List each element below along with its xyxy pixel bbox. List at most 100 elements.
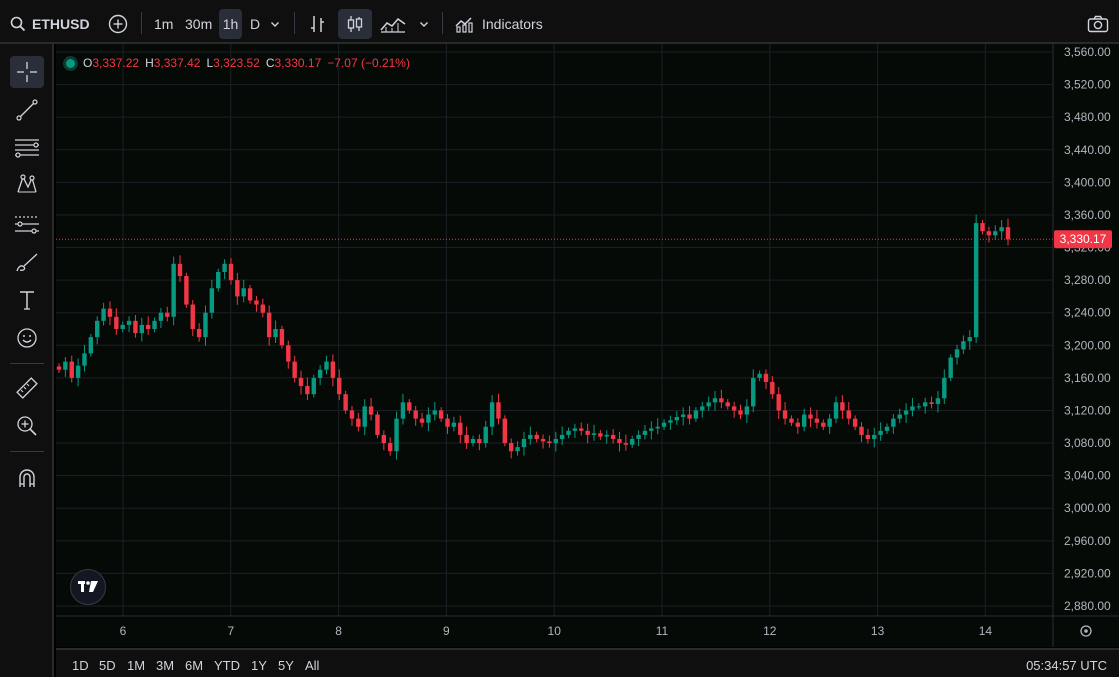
candle-body: [502, 418, 508, 444]
candle-body: [655, 426, 660, 429]
candle-body: [228, 263, 234, 281]
candle-body: [993, 231, 998, 236]
candle-body: [184, 276, 189, 305]
price-chart[interactable]: 3,560.00 3,520.00 3,480.00 3,440.00 3,400.00…: [56, 44, 1119, 647]
measure-tool[interactable]: [10, 372, 44, 404]
compare-button[interactable]: [108, 9, 128, 39]
interval-1m[interactable]: 1m: [154, 9, 173, 39]
chart-type-dropdown[interactable]: [419, 9, 429, 39]
price-axis-label: 3,560.00: [1064, 45, 1111, 59]
magnet-tool[interactable]: [10, 462, 44, 494]
range-5y[interactable]: 5Y: [278, 658, 294, 673]
chart-area[interactable]: 3,560.00 3,520.00 3,480.00 3,440.00 3,400.00…: [56, 44, 1119, 647]
range-all[interactable]: All: [305, 658, 319, 673]
candle-body: [286, 345, 291, 362]
range-ytd[interactable]: YTD: [214, 658, 240, 673]
emoji-tool[interactable]: [10, 322, 44, 354]
candle-body: [579, 428, 584, 431]
price-axis-label: 3,040.00: [1064, 469, 1111, 483]
pattern-tool[interactable]: [10, 168, 44, 200]
chevron-down-icon: [271, 22, 279, 27]
ohlc-legend: O 3,337.22 H 3,337.42 L 3,323.52 C 3,330.17 …: [66, 56, 416, 70]
price-axis-label: 3,240.00: [1064, 306, 1111, 320]
candle-body: [407, 402, 412, 411]
candle-body: [139, 324, 144, 334]
candle-body: [687, 414, 692, 419]
tradingview-logo[interactable]: [70, 569, 106, 605]
price-axis-label: 3,400.00: [1064, 175, 1111, 189]
open-value: 3,337.22: [92, 56, 140, 70]
candle-body: [700, 406, 705, 411]
candle-body: [489, 402, 495, 427]
range-3m[interactable]: 3M: [156, 658, 174, 673]
candle-body: [171, 263, 176, 317]
range-1y[interactable]: 1Y: [251, 658, 267, 673]
candle-body: [356, 418, 361, 427]
candle-body: [973, 223, 979, 338]
time-axis-label: 6: [120, 624, 127, 638]
candle-body: [636, 434, 641, 439]
candle-body: [120, 324, 125, 329]
candle-body: [349, 410, 355, 419]
zoom-in-tool[interactable]: [10, 410, 44, 442]
forecast-icon: [15, 216, 39, 234]
current-price-label: 3,330.17: [1060, 232, 1107, 246]
candle-body: [190, 304, 195, 329]
price-axis-label: 3,440.00: [1064, 143, 1111, 157]
candle-body: [630, 438, 635, 445]
intervals-dropdown[interactable]: [270, 9, 280, 39]
candle-body: [305, 386, 310, 395]
magnet-icon: [19, 469, 35, 487]
zoom-in-icon: [17, 416, 37, 436]
indicators-button[interactable]: Indicators: [455, 9, 543, 39]
candle-body: [661, 422, 667, 427]
area-style-button[interactable]: [380, 9, 406, 39]
text-icon: [20, 291, 34, 310]
fib-tool[interactable]: [10, 132, 44, 164]
range-5d[interactable]: 5D: [99, 658, 116, 673]
interval-30m[interactable]: 30m: [185, 9, 212, 39]
candle-body: [680, 414, 686, 417]
pattern-icon: [17, 174, 37, 193]
candle-body: [235, 280, 240, 297]
symbol-search[interactable]: ETHUSD: [10, 9, 90, 39]
price-axis-label: 3,120.00: [1064, 403, 1111, 417]
trend-line-tool[interactable]: [10, 94, 44, 126]
candle-body: [961, 341, 966, 350]
time-axis-label: 11: [656, 624, 669, 638]
candle-body: [426, 414, 431, 423]
candle-body: [260, 304, 266, 313]
brush-tool[interactable]: [10, 246, 44, 278]
candle-body: [821, 422, 826, 427]
range-1m[interactable]: 1M: [127, 658, 145, 673]
indicators-label: Indicators: [482, 16, 543, 32]
tv-logo-icon: [78, 581, 98, 592]
candle-body: [63, 361, 68, 370]
candles-style-button[interactable]: [338, 9, 372, 39]
candle-body: [840, 402, 845, 411]
candle-body: [572, 428, 578, 431]
candle-body: [470, 438, 476, 444]
time-axis-label: 14: [979, 624, 993, 638]
candle-body: [387, 443, 393, 452]
candle-body: [438, 410, 444, 419]
ruler-icon: [16, 377, 38, 399]
candle-body: [496, 402, 501, 419]
snapshot-button[interactable]: [1087, 9, 1109, 39]
time-axis-label: 12: [763, 624, 777, 638]
interval-1h[interactable]: 1h: [219, 9, 242, 39]
candle-body: [126, 320, 132, 325]
bar-style-button[interactable]: [309, 9, 327, 39]
chevron-down-icon: [420, 22, 428, 27]
candle-body: [897, 414, 902, 419]
crosshair-tool[interactable]: [10, 56, 44, 88]
range-6m[interactable]: 6M: [185, 658, 203, 673]
candle-body: [1005, 227, 1011, 240]
range-1d[interactable]: 1D: [72, 658, 89, 673]
forecasting-tool[interactable]: [10, 208, 44, 240]
interval-d[interactable]: D: [250, 9, 260, 39]
toolbar-divider: [442, 12, 443, 34]
candle-body: [878, 430, 883, 435]
text-tool[interactable]: [10, 284, 44, 316]
candle-body: [458, 422, 463, 435]
